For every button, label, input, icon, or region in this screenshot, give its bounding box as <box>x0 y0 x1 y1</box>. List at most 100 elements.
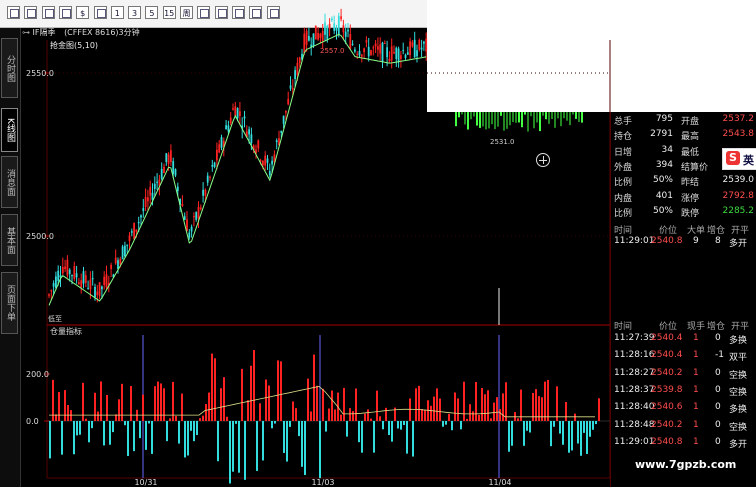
candle <box>144 197 147 208</box>
candle <box>321 30 324 42</box>
candle <box>128 235 131 242</box>
candle <box>84 275 87 283</box>
quote-label: 跌停 <box>681 208 700 219</box>
trade-row: 11:28:27 2540.2 1 0 空换 <box>611 368 756 383</box>
candle <box>190 226 193 232</box>
volume-bar <box>373 421 375 453</box>
volume-bar <box>73 421 75 455</box>
quote-row: 持仓 2791 最高 2543.8 <box>611 129 756 144</box>
volume-bar <box>244 421 246 480</box>
candle <box>64 266 66 270</box>
quote-value: 401 <box>655 190 673 201</box>
volume-bar <box>526 421 528 431</box>
tick-volume: 9 <box>693 236 699 246</box>
volume-bar <box>325 421 327 432</box>
candle <box>117 260 119 269</box>
volume-bar <box>385 407 387 421</box>
trade-time: 11:28:40 <box>614 402 655 413</box>
candle <box>110 264 112 269</box>
candle <box>566 112 568 121</box>
candle <box>575 112 577 119</box>
candle <box>404 54 407 59</box>
candle <box>500 112 502 116</box>
trade-type: 空换 <box>729 370 748 381</box>
candle <box>137 222 140 224</box>
volume-title: 仓量指标 <box>50 326 82 336</box>
candle <box>581 112 583 123</box>
trade-oi: 0 <box>715 419 721 430</box>
volume-bar <box>595 421 597 425</box>
candle <box>199 207 202 210</box>
candle <box>206 175 209 183</box>
volume-bar <box>445 421 447 425</box>
quote-value: 2537.2 <box>722 114 755 124</box>
volume-bar <box>496 397 498 421</box>
candle <box>411 42 414 47</box>
input-method-badge[interactable]: S 英 <box>722 148 756 170</box>
quote-row: 总手 795 开盘 2537.2 <box>611 114 756 129</box>
volume-bar <box>202 415 204 421</box>
volume-bar <box>565 402 567 421</box>
candle <box>548 112 550 124</box>
candle <box>170 150 172 162</box>
trade-type: 多换 <box>729 405 748 416</box>
x-tick-label: 11/03 <box>311 478 334 487</box>
candle <box>243 116 246 119</box>
candle <box>351 43 354 45</box>
candle <box>52 283 55 287</box>
candle <box>133 223 135 239</box>
volume-bar <box>463 381 465 421</box>
volume-bar <box>499 409 501 421</box>
candle <box>400 55 402 59</box>
volume-bar <box>556 386 558 421</box>
low-price-label: 2531.0 <box>490 138 515 146</box>
candle <box>560 112 562 127</box>
volume-bar <box>466 418 468 421</box>
candle <box>183 216 186 220</box>
volume-bar <box>145 421 147 450</box>
ma-line <box>48 33 427 306</box>
volume-bar <box>571 421 573 451</box>
volume-bar <box>304 421 306 475</box>
volume-bar <box>475 381 477 421</box>
volume-bar <box>229 421 231 484</box>
candle <box>227 125 230 132</box>
volume-bar <box>469 404 471 421</box>
candle <box>536 112 538 123</box>
volume-bar <box>295 408 297 421</box>
volume-bar <box>127 421 129 456</box>
volume-bar <box>541 397 543 421</box>
candle <box>176 186 179 192</box>
candle <box>406 52 409 55</box>
volume-bar <box>379 416 381 421</box>
candle <box>225 125 227 130</box>
candle <box>545 112 547 120</box>
candle <box>383 43 386 45</box>
candle <box>347 29 349 32</box>
volume-bar <box>481 388 483 421</box>
volume-bar <box>493 402 495 421</box>
s-logo-icon: S <box>726 151 740 165</box>
candle <box>126 244 129 246</box>
volume-bar <box>415 388 417 421</box>
candle <box>181 203 184 206</box>
candle <box>275 140 278 143</box>
candle <box>202 189 204 196</box>
volume-bar <box>439 398 441 421</box>
trade-time: 11:28:48 <box>614 419 655 430</box>
trade-type: 空换 <box>729 422 748 433</box>
candle <box>551 112 553 120</box>
candle <box>147 197 149 202</box>
cell: 价位 <box>659 322 678 332</box>
volume-bar <box>433 396 435 421</box>
trade-volume: 1 <box>693 436 699 447</box>
volume-bar <box>559 421 561 434</box>
table-header: 时间 价位 现手 增仓 开平 <box>611 319 756 334</box>
candle <box>209 176 211 178</box>
volume-bar <box>550 421 552 447</box>
volume-bar <box>553 421 555 427</box>
candle <box>78 282 80 285</box>
candle <box>554 112 556 128</box>
candle <box>216 149 218 161</box>
volume-bar <box>190 421 192 431</box>
